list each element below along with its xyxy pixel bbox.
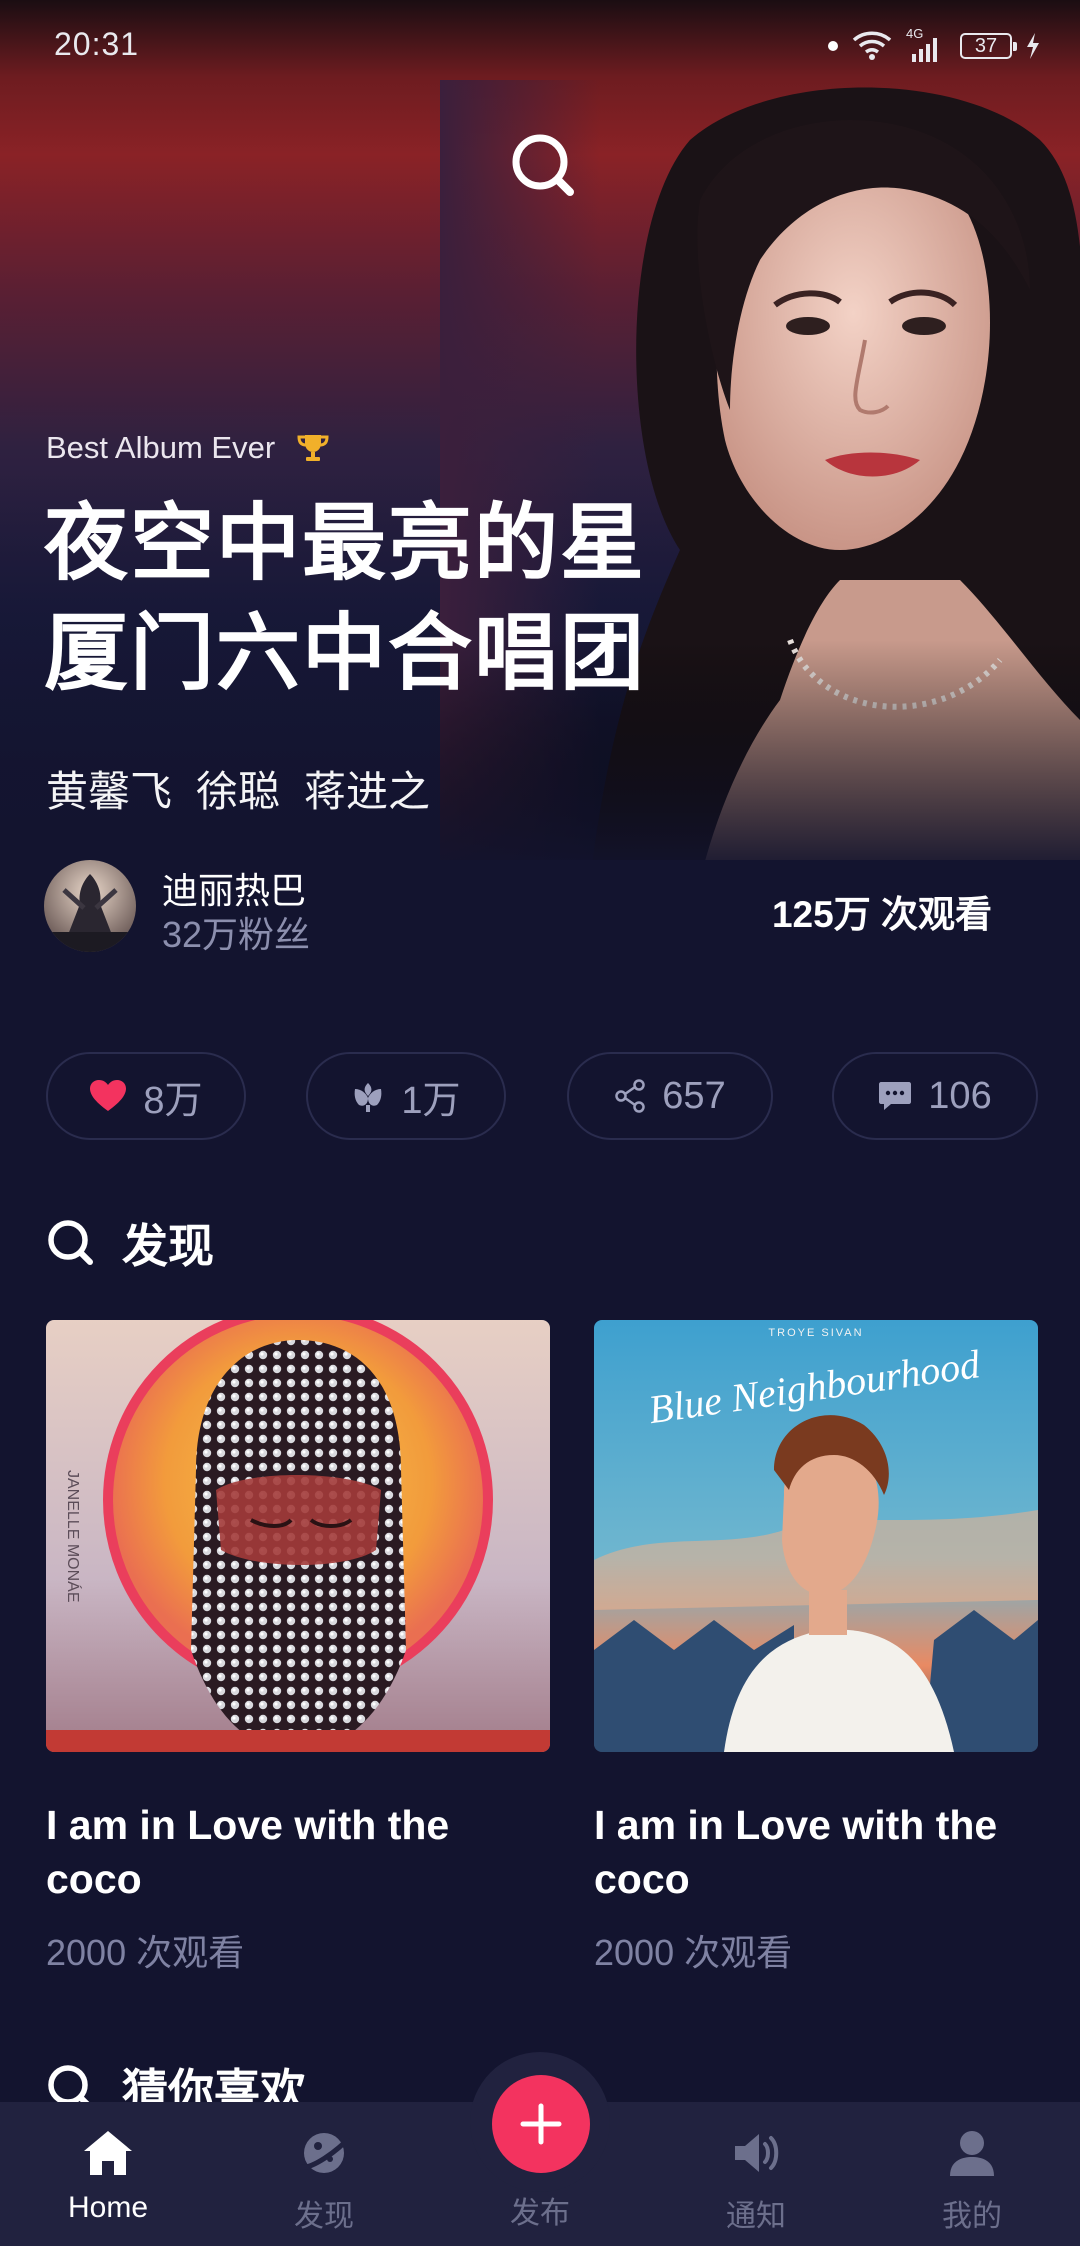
status-icons: 4G 37	[828, 24, 1040, 68]
comment-count: 106	[928, 1074, 992, 1117]
discover-title: 发现	[122, 1220, 214, 1272]
artist-name[interactable]: 蒋进之	[304, 758, 430, 819]
battery-icon: 37	[960, 33, 1017, 59]
gift-button[interactable]: 1万	[306, 1052, 506, 1140]
search-icon	[48, 1220, 93, 1265]
nav-discover[interactable]: 发现	[249, 2128, 399, 2235]
discover-section-header: 发现	[46, 1210, 214, 1276]
search-icon[interactable]	[508, 130, 578, 200]
album-views: 2000 次观看	[46, 1932, 245, 1973]
album-cover[interactable]: JANELLE MONÁE	[46, 1320, 550, 1752]
home-icon	[84, 2131, 132, 2175]
flower-icon	[355, 1083, 382, 1112]
artist-name[interactable]: 徐聪	[196, 758, 280, 819]
nav-home-label: Home	[67, 2191, 149, 2224]
publish-button[interactable]	[492, 2075, 590, 2173]
heart-icon	[90, 1080, 127, 1111]
charging-icon	[1027, 33, 1039, 59]
comment-button[interactable]: 106	[832, 1052, 1038, 1140]
share-count: 657	[662, 1074, 726, 1117]
status-bar: 20:31 4G 37	[0, 0, 1080, 90]
nav-discover-label: 发现	[294, 2200, 354, 2233]
artist-name[interactable]: 黄馨飞	[46, 758, 172, 819]
nav-profile-label: 我的	[942, 2200, 1002, 2233]
comment-icon	[879, 1082, 912, 1110]
gift-count: 1万	[401, 1079, 461, 1122]
hero-kicker: Best Album Ever	[46, 430, 329, 466]
plus-icon	[520, 2103, 562, 2145]
album-cover[interactable]: TROYE SIVAN Blue Neighbourhood	[594, 1320, 1038, 1752]
hero-banner[interactable]: 20:31 4G 37 Best Album Ever 夜空中最亮的星 厦门六中…	[0, 0, 1080, 860]
uploader-fans: 32万粉丝	[162, 914, 311, 955]
speaker-icon	[735, 2134, 779, 2172]
signal-icon: 4G	[906, 28, 937, 62]
notification-dot-icon	[828, 41, 838, 51]
share-icon	[615, 1079, 646, 1113]
like-button[interactable]: 8万	[46, 1052, 246, 1140]
status-time: 20:31	[54, 26, 140, 62]
cover-artist-text: TROYE SIVAN	[768, 1327, 863, 1339]
nav-home[interactable]: Home	[33, 2128, 183, 2225]
hero-title-line2: 厦门六中合唱团	[44, 606, 647, 700]
wifi-icon	[852, 31, 892, 60]
album-title[interactable]: I am in Love with the coco	[46, 1798, 516, 1906]
network-type: 4G	[906, 28, 923, 41]
nav-notifications[interactable]: 通知	[681, 2128, 831, 2235]
share-button[interactable]: 657	[567, 1052, 773, 1140]
nav-notifications-label: 通知	[726, 2200, 786, 2233]
album-card[interactable]: TROYE SIVAN Blue Neighbourhood I am in L…	[594, 1320, 1064, 1976]
nav-profile[interactable]: 我的	[897, 2128, 1047, 2235]
album-card[interactable]: JANELLE MONÁE I am in Love with the coco…	[46, 1320, 550, 1976]
hero-kicker-text: Best Album Ever	[46, 430, 276, 465]
hero-title: 夜空中最亮的星 厦门六中合唱团	[44, 488, 764, 708]
like-count: 8万	[143, 1079, 203, 1122]
planet-icon	[298, 2133, 351, 2173]
hero-artists: 黄馨飞 徐聪 蒋进之	[46, 758, 430, 819]
uploader-avatar[interactable]	[44, 860, 136, 952]
trophy-icon	[297, 435, 329, 461]
album-title[interactable]: I am in Love with the coco	[594, 1798, 1064, 1906]
person-icon	[950, 2131, 994, 2176]
hero-title-line1: 夜空中最亮的星	[44, 496, 647, 590]
svg-text:JANELLE MONÁE: JANELLE MONÁE	[64, 1470, 83, 1602]
view-count: 125万 次观看	[771, 894, 992, 935]
nav-publish-label: 发布	[510, 2197, 570, 2230]
album-views: 2000 次观看	[594, 1932, 793, 1973]
